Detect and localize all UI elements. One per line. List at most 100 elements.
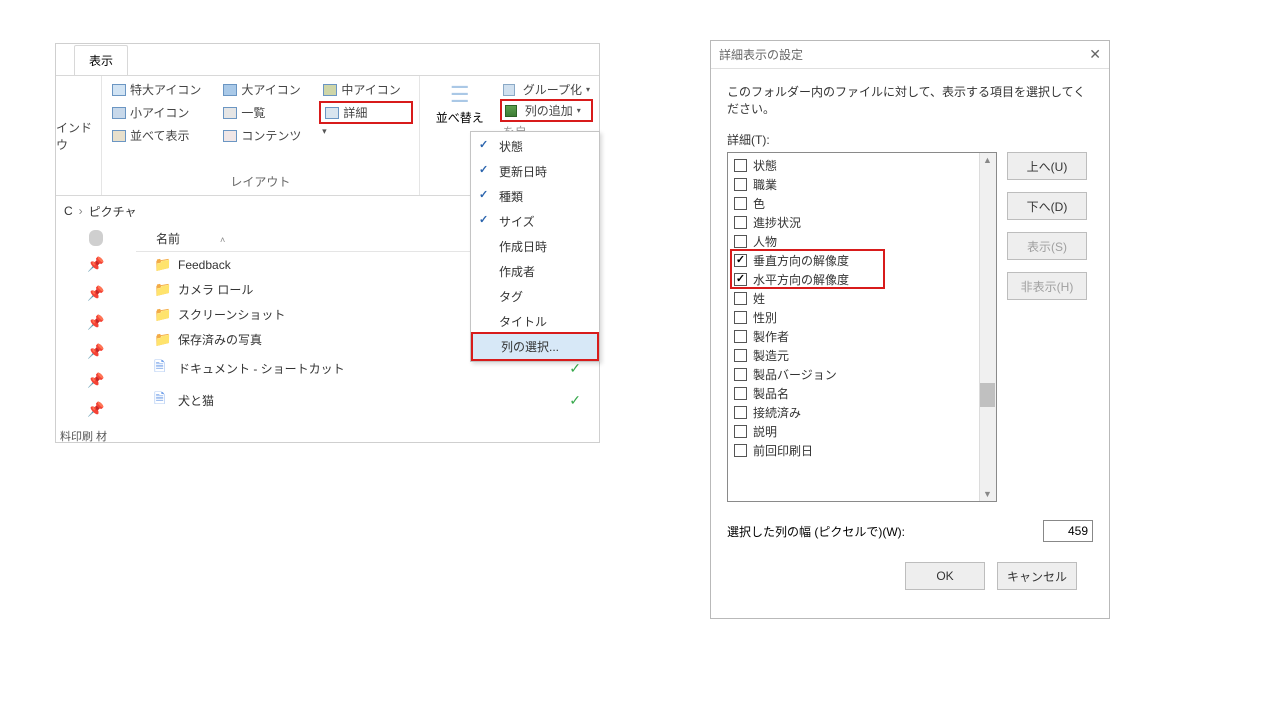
menu-item-author[interactable]: 作成者: [471, 259, 599, 284]
cancel-button[interactable]: キャンセル: [997, 562, 1077, 590]
checkbox[interactable]: [734, 273, 747, 286]
checkbox[interactable]: [734, 216, 747, 229]
checkbox[interactable]: [734, 444, 747, 457]
sort-caret-icon: ˄: [220, 235, 225, 245]
checkbox[interactable]: [734, 292, 747, 305]
pin-icon[interactable]: 📌: [56, 250, 136, 279]
details-list-item[interactable]: 状態: [728, 156, 996, 175]
menu-item-modified[interactable]: ✓更新日時: [471, 159, 599, 184]
menu-item-state[interactable]: ✓状態: [471, 134, 599, 159]
move-up-button[interactable]: 上へ(U): [1007, 152, 1087, 180]
explorer-window: 表示 インドウ 特大アイコン 大アイコン 中アイコン 小アイコン 一覧 詳細 並…: [55, 43, 600, 443]
layout-more-icon[interactable]: ▾: [319, 126, 329, 145]
menu-item-kind[interactable]: ✓種類: [471, 184, 599, 209]
checkbox[interactable]: [734, 425, 747, 438]
details-item-label: 製作者: [753, 328, 789, 345]
tiles-icon: [112, 130, 126, 142]
menu-item-choose-columns[interactable]: 列の選択...: [471, 332, 599, 361]
ribbon-nav-pane: インドウ: [56, 76, 102, 195]
ribbon-tab-view[interactable]: 表示: [74, 45, 128, 75]
layout-list[interactable]: 一覧: [219, 101, 313, 124]
details-list-item[interactable]: 進捗状況: [728, 213, 996, 232]
layout-l-icons[interactable]: 大アイコン: [219, 80, 313, 99]
details-list-item[interactable]: 性別: [728, 308, 996, 327]
menu-item-size[interactable]: ✓サイズ: [471, 209, 599, 234]
check-icon: ✓: [479, 163, 488, 176]
breadcrumb-pictures[interactable]: ピクチャ: [89, 203, 137, 220]
checkbox[interactable]: [734, 159, 747, 172]
move-down-button[interactable]: 下へ(D): [1007, 192, 1087, 220]
pin-icon[interactable]: 📌: [56, 279, 136, 308]
details-list-item[interactable]: 職業: [728, 175, 996, 194]
add-columns-button[interactable]: 列の追加▾: [500, 99, 593, 122]
layout-xl-icons[interactable]: 特大アイコン: [108, 80, 213, 99]
scrollbar[interactable]: [979, 153, 996, 501]
folder-icon: 📁: [154, 306, 170, 323]
ok-button[interactable]: OK: [905, 562, 985, 590]
details-item-label: 進捗状況: [753, 214, 801, 231]
checkbox[interactable]: [734, 387, 747, 400]
width-label: 選択した列の幅 (ピクセルで)(W):: [727, 523, 905, 540]
details-list-item[interactable]: 水平方向の解像度: [728, 270, 996, 289]
hide-button[interactable]: 非表示(H): [1007, 272, 1087, 300]
layout-m-icons[interactable]: 中アイコン: [319, 80, 412, 99]
layout-details[interactable]: 詳細: [319, 101, 412, 124]
details-list-item[interactable]: 製造元: [728, 346, 996, 365]
checkbox[interactable]: [734, 406, 747, 419]
dialog-title: 詳細表示の設定: [719, 46, 803, 63]
checkbox[interactable]: [734, 311, 747, 324]
details-list-item[interactable]: 人物: [728, 232, 996, 251]
details-item-label: 製品名: [753, 385, 789, 402]
details-list-item[interactable]: 垂直方向の解像度: [728, 251, 996, 270]
details-list-item[interactable]: 製品バージョン: [728, 365, 996, 384]
layout-content[interactable]: コンテンツ: [219, 126, 313, 145]
breadcrumb-sep-icon: ›: [79, 204, 83, 218]
menu-item-tag[interactable]: タグ: [471, 284, 599, 309]
layout-s-icons[interactable]: 小アイコン: [108, 101, 213, 124]
checkbox[interactable]: [734, 235, 747, 248]
checkbox[interactable]: [734, 254, 747, 267]
details-item-label: 水平方向の解像度: [753, 271, 849, 288]
details-item-label: 人物: [753, 233, 777, 250]
details-item-label: 垂直方向の解像度: [753, 252, 849, 269]
menu-item-created[interactable]: 作成日時: [471, 234, 599, 259]
details-listbox[interactable]: 状態職業色進捗状況人物垂直方向の解像度水平方向の解像度姓性別製作者製造元製品バー…: [727, 152, 997, 502]
pin-icon[interactable]: 📌: [56, 366, 136, 395]
width-input[interactable]: [1043, 520, 1093, 542]
menu-item-title[interactable]: タイトル: [471, 309, 599, 334]
details-list-item[interactable]: 説明: [728, 422, 996, 441]
show-button[interactable]: 表示(S): [1007, 232, 1087, 260]
pin-icon[interactable]: 📌: [56, 308, 136, 337]
details-item-label: 製品バージョン: [753, 366, 837, 383]
scrollbar-thumb[interactable]: [980, 383, 995, 407]
layout-tiles[interactable]: 並べて表示: [108, 126, 213, 145]
nav-lower-text: 料印刷 材: [56, 424, 136, 448]
sort-by-label: 並べ替え: [436, 109, 484, 126]
ribbon-group-layout: 特大アイコン 大アイコン 中アイコン 小アイコン 一覧 詳細 並べて表示 コンテ…: [102, 76, 420, 195]
breadcrumb-c[interactable]: C: [64, 204, 73, 218]
scroll-stub[interactable]: [89, 230, 103, 246]
checkbox[interactable]: [734, 178, 747, 191]
checkbox[interactable]: [734, 368, 747, 381]
group-by-button[interactable]: グループ化▾: [500, 80, 593, 99]
details-item-label: 性別: [753, 309, 777, 326]
details-list-item[interactable]: 接続済み: [728, 403, 996, 422]
close-icon[interactable]: ✕: [1089, 46, 1101, 63]
details-list-item[interactable]: 色: [728, 194, 996, 213]
checkbox[interactable]: [734, 349, 747, 362]
pin-icon[interactable]: 📌: [56, 395, 136, 424]
details-list-item[interactable]: 姓: [728, 289, 996, 308]
checkbox[interactable]: [734, 197, 747, 210]
details-list-item[interactable]: 製品名: [728, 384, 996, 403]
layout-options: 特大アイコン 大アイコン 中アイコン 小アイコン 一覧 詳細 並べて表示 コンテ…: [108, 80, 413, 145]
nav-column: 📌 📌 📌 📌 📌 📌 料印刷 材: [56, 226, 136, 448]
dialog-instruction: このフォルダー内のファイルに対して、表示する項目を選択してください。: [727, 83, 1093, 117]
details-list-item[interactable]: 製作者: [728, 327, 996, 346]
pin-icon[interactable]: 📌: [56, 337, 136, 366]
add-columns-icon: [505, 105, 517, 117]
checkbox[interactable]: [734, 330, 747, 343]
ribbon-tab-strip: 表示: [56, 44, 599, 76]
details-list-item[interactable]: 前回印刷日: [728, 441, 996, 460]
list-item[interactable]: 🗎犬と猫✓: [136, 384, 599, 416]
check-icon: ✓: [479, 188, 488, 201]
